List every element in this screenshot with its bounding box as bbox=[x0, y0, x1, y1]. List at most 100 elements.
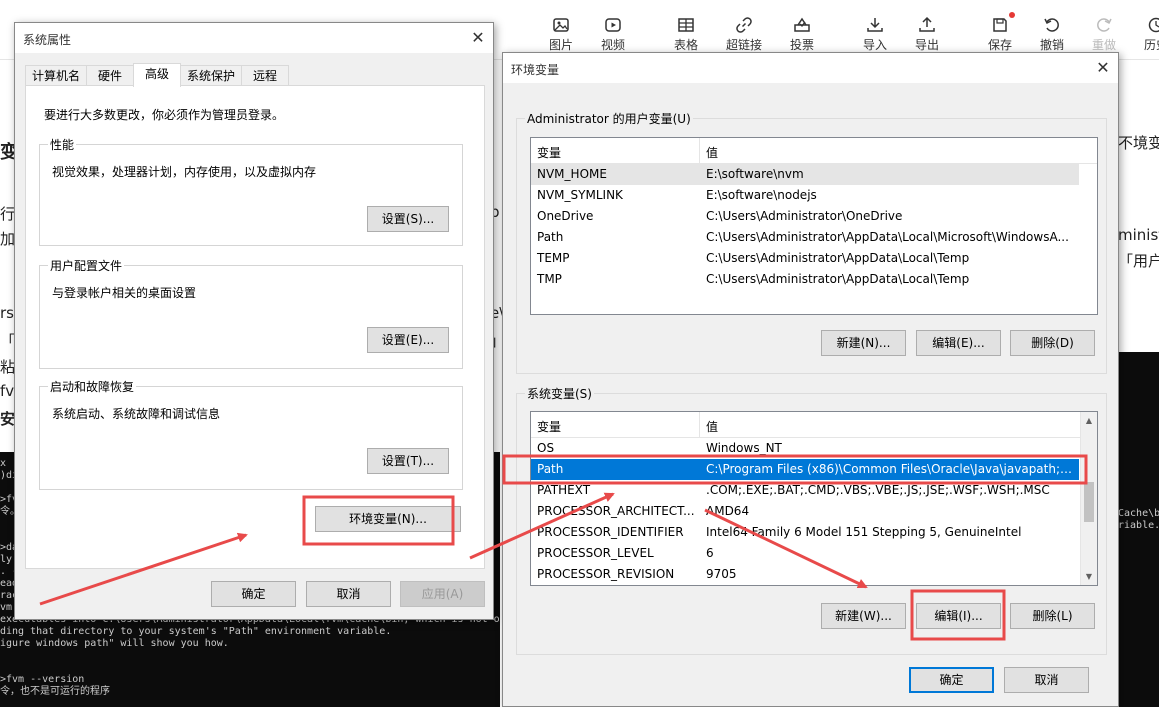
group-title: 性能 bbox=[48, 136, 77, 153]
close-icon[interactable]: ✕ bbox=[463, 23, 493, 53]
apply-button[interactable]: 应用(A) bbox=[400, 581, 485, 607]
group-title: 启动和故障恢复 bbox=[48, 378, 137, 395]
user-delete-button[interactable]: 删除(D) bbox=[1010, 330, 1095, 356]
list-item[interactable]: Path C:\Users\Administrator\AppData\Local… bbox=[531, 227, 1097, 248]
close-icon[interactable]: ✕ bbox=[1088, 53, 1118, 83]
toolbar-label: 保存 bbox=[987, 38, 1012, 52]
user-edit-button[interactable]: 编辑(E)... bbox=[916, 330, 1001, 356]
column-header-value[interactable]: 值 bbox=[706, 418, 718, 435]
list-header: 变量 值 bbox=[531, 138, 1097, 164]
system-delete-button[interactable]: 删除(L) bbox=[1010, 603, 1095, 629]
list-item[interactable]: PROCESSOR_LEVEL 6 bbox=[531, 543, 1097, 564]
tab-remote[interactable]: 远程 bbox=[241, 65, 289, 86]
table-icon bbox=[678, 18, 694, 32]
bg-text-fragment: 行 bbox=[0, 205, 16, 223]
variable-value: C:\Users\Administrator\AppData\Local\Tem… bbox=[706, 251, 970, 265]
column-header-value[interactable]: 值 bbox=[706, 144, 718, 161]
toolbar-link-button[interactable]: 超链接 bbox=[719, 16, 769, 52]
group-description: 系统启动、系统故障和调试信息 bbox=[52, 407, 221, 421]
toolbar-label: 图片 bbox=[548, 38, 573, 52]
list-item[interactable]: NVM_HOME E:\software\nvm bbox=[531, 164, 1079, 185]
list-item-selected[interactable]: Path C:\Program Files (x86)\Common Files\… bbox=[531, 459, 1079, 480]
toolbar-label: 重做 bbox=[1091, 38, 1116, 52]
variable-name: OS bbox=[537, 441, 555, 455]
bg-text-fragment: 不境变 bbox=[1118, 134, 1159, 152]
group-title: 用户配置文件 bbox=[48, 257, 125, 274]
variable-value: 9705 bbox=[706, 567, 737, 581]
toolbar-export-button[interactable]: 导出 bbox=[902, 16, 952, 52]
admin-notice: 要进行大多数更改，你必须作为管理员登录。 bbox=[44, 108, 285, 122]
variable-name: TMP bbox=[537, 272, 562, 286]
user-variables-list[interactable]: 变量 值 NVM_HOME E:\software\nvm NVM_SYMLINK… bbox=[530, 137, 1098, 315]
user-profiles-settings-button[interactable]: 设置(E)... bbox=[367, 327, 449, 353]
undo-icon bbox=[1044, 18, 1059, 32]
performance-settings-button[interactable]: 设置(S)... bbox=[367, 206, 449, 232]
cancel-button[interactable]: 取消 bbox=[306, 581, 391, 607]
list-item[interactable]: OS Windows_NT bbox=[531, 438, 1097, 459]
vote-icon bbox=[794, 17, 810, 32]
variable-name: PROCESSOR_REVISION bbox=[537, 567, 675, 581]
terminal-line: x bbox=[0, 458, 7, 469]
variable-name: PATHEXT bbox=[537, 483, 591, 497]
tab-advanced[interactable]: 高级 bbox=[133, 63, 181, 87]
terminal-line: igure windows path" will show you how. bbox=[0, 638, 229, 649]
toolbar-label: 投票 bbox=[789, 38, 814, 52]
list-item[interactable]: PROCESSOR_ARCHITECT... AMD64 bbox=[531, 501, 1097, 522]
tab-computer-name[interactable]: 计算机名 bbox=[25, 65, 87, 86]
env-ok-button[interactable]: 确定 bbox=[909, 667, 994, 693]
toolbar-image-button[interactable]: 图片 bbox=[536, 16, 586, 52]
system-edit-button[interactable]: 编辑(I)... bbox=[916, 603, 1001, 629]
column-header-variable[interactable]: 变量 bbox=[537, 418, 561, 435]
variable-value: AMD64 bbox=[706, 504, 750, 518]
user-variables-group: Administrator 的用户变量(U) 变量 值 NVM_HOME E:\s… bbox=[516, 110, 1107, 374]
terminal-line: ly bbox=[0, 554, 13, 565]
toolbar-label: 视频 bbox=[600, 38, 625, 52]
terminal-line: Cache\b bbox=[1118, 508, 1159, 519]
toolbar-save-button[interactable]: 保存 bbox=[975, 12, 1025, 52]
tab-hardware[interactable]: 硬件 bbox=[86, 65, 134, 86]
tab-system-protection[interactable]: 系统保护 bbox=[180, 65, 242, 86]
scroll-down-icon[interactable]: ▼ bbox=[1081, 568, 1097, 585]
ok-button[interactable]: 确定 bbox=[211, 581, 296, 607]
toolbar-history-button[interactable]: 历史 bbox=[1131, 16, 1159, 52]
scroll-thumb[interactable] bbox=[1084, 482, 1094, 522]
toolbar-vote-button[interactable]: 投票 bbox=[777, 16, 827, 52]
terminal-line: ding that directory to your system's "Pa… bbox=[0, 626, 392, 637]
env-cancel-button[interactable]: 取消 bbox=[1004, 667, 1089, 693]
variable-value: C:\Users\Administrator\OneDrive bbox=[706, 209, 903, 223]
list-item[interactable]: NVM_SYMLINK E:\software\nodejs bbox=[531, 185, 1097, 206]
user-new-button[interactable]: 新建(N)... bbox=[821, 330, 906, 356]
list-item[interactable]: PATHEXT .COM;.EXE;.BAT;.CMD;.VBS;.VBE;.JS… bbox=[531, 480, 1097, 501]
system-variables-list[interactable]: 变量 值 OS Windows_NT Path C:\Program Files (… bbox=[530, 411, 1098, 586]
variable-value: E:\software\nodejs bbox=[706, 188, 817, 202]
startup-settings-button[interactable]: 设置(T)... bbox=[367, 448, 449, 474]
system-new-button[interactable]: 新建(W)... bbox=[821, 603, 906, 629]
startup-recovery-group: 启动和故障恢复 系统启动、系统故障和调试信息 设置(T)... bbox=[39, 378, 463, 490]
toolbar-undo-button[interactable]: 撤销 bbox=[1027, 16, 1077, 52]
link-icon bbox=[736, 17, 752, 33]
list-item[interactable]: OneDrive C:\Users\Administrator\OneDrive bbox=[531, 206, 1097, 227]
group-description: 与登录帐户相关的桌面设置 bbox=[52, 286, 197, 300]
list-item[interactable]: TEMP C:\Users\Administrator\AppData\Local… bbox=[531, 248, 1097, 269]
terminal-window-right: Cache\b riable. bbox=[1118, 352, 1159, 707]
group-title: 系统变量(S) bbox=[525, 385, 594, 402]
toolbar-import-button[interactable]: 导入 bbox=[850, 16, 900, 52]
export-icon bbox=[919, 16, 935, 32]
list-item[interactable]: PROCESSOR_IDENTIFIER Intel64 Family 6 Mod… bbox=[531, 522, 1097, 543]
save-icon bbox=[993, 18, 1007, 32]
list-item[interactable]: TMP C:\Users\Administrator\AppData\Local\… bbox=[531, 269, 1097, 290]
performance-group: 性能 视觉效果，处理器计划，内存使用，以及虚拟内存 设置(S)... bbox=[39, 136, 463, 246]
toolbar-video-button[interactable]: 视频 bbox=[588, 16, 638, 52]
column-header-variable[interactable]: 变量 bbox=[537, 144, 561, 161]
dialog-titlebar: 环境变量 ✕ bbox=[503, 53, 1118, 83]
column-separator[interactable] bbox=[699, 138, 700, 163]
column-separator[interactable] bbox=[699, 412, 700, 437]
toolbar-redo-button[interactable]: 重做 bbox=[1079, 16, 1129, 52]
image-icon bbox=[553, 18, 569, 32]
scroll-up-icon[interactable]: ▲ bbox=[1081, 412, 1097, 429]
list-item[interactable]: PROCESSOR_REVISION 9705 bbox=[531, 564, 1097, 585]
toolbar-table-button[interactable]: 表格 bbox=[661, 16, 711, 52]
variable-value: .COM;.EXE;.BAT;.CMD;.VBS;.VBE;.JS;.JSE;.… bbox=[706, 483, 1050, 497]
environment-variables-button[interactable]: 环境变量(N)... bbox=[315, 506, 461, 532]
vertical-scrollbar[interactable]: ▲ ▼ bbox=[1080, 412, 1097, 585]
